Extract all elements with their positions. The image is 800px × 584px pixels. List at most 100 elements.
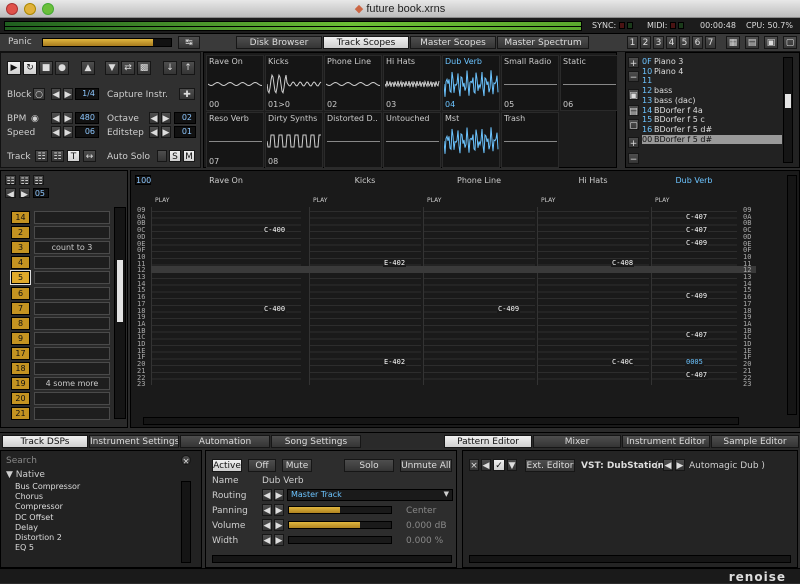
sequence-row[interactable]: 5 [10,270,111,286]
tab-track-dsps[interactable]: Track DSPs [2,435,88,448]
master-volume-slider[interactable] [42,38,172,47]
sync-led-2[interactable] [627,22,633,29]
panic-options-button[interactable]: ↹ [178,36,200,49]
sequence-row[interactable]: 20 [11,392,111,406]
sequence-pattern-number[interactable]: 3 [11,241,30,255]
sequence-slot-name[interactable]: count to 3 [34,241,110,255]
undo-button[interactable]: ↓ [163,61,177,75]
copy-instrument-button[interactable]: ▤ [628,105,639,116]
panic-label[interactable]: Panic [8,37,32,47]
clear-search-icon[interactable]: × [181,455,191,465]
sequencer-scrollbar[interactable] [114,207,126,419]
note-cell[interactable]: C-400 [263,226,287,234]
block-toggle[interactable]: ○ [33,88,45,100]
stop-button[interactable]: ■ [39,61,53,75]
preset-prev[interactable]: ◀ [663,459,673,471]
note-cell[interactable]: C-407 [685,213,709,221]
unmute-all-button[interactable]: Unmute All [400,459,452,472]
octave-increase[interactable]: ▶ [161,112,171,124]
save-instrument-button[interactable]: ▣ [628,89,639,100]
tab-automation[interactable]: Automation [180,435,270,448]
instrument-item[interactable]: 12 bass [642,86,782,95]
dsp-item[interactable]: Chorus [15,492,43,501]
sequence-pattern-number[interactable]: 14 [11,211,30,224]
routing-prev[interactable]: ◀ [262,489,272,501]
note-cell[interactable]: C-409 [685,240,709,247]
bpm-increase[interactable]: ▶ [63,112,73,124]
play-button[interactable]: ▶ [7,61,21,75]
pattern-prev[interactable]: ◀ [5,188,16,198]
tab-instrument-settings[interactable]: Instrument Settings [89,435,179,448]
preset-next[interactable]: ▶ [675,459,685,471]
pattern-lines[interactable]: 100 [135,175,151,185]
track-name-value[interactable]: Dub Verb [262,476,304,486]
sequence-pattern-number[interactable]: 18 [11,362,30,375]
sequence-slot-name[interactable] [34,392,110,406]
capture-instrument-label[interactable]: Capture Instr. [107,90,168,100]
track-header[interactable]: Kicks [309,176,421,185]
follow-button[interactable]: ▼ [105,61,119,75]
editstep-value[interactable]: 01 [174,126,196,138]
scope-9[interactable]: Distorted D.. [324,112,382,168]
width-prev[interactable]: ◀ [262,534,272,546]
sequence-row[interactable]: 6 [11,286,111,301]
track-delete-icon[interactable]: ☷ [51,150,64,162]
instrument-item[interactable]: 11 [642,76,782,85]
sequence-pattern-number[interactable]: 5 [10,270,31,286]
tab-mixer[interactable]: Mixer [533,435,621,448]
routing-next[interactable]: ▶ [274,489,284,501]
tab-track-scopes[interactable]: Track Scopes [323,36,409,49]
tab-instrument-editor[interactable]: Instrument Editor [622,435,710,448]
instrument-item[interactable]: 16 BDorfer f 5 d# [642,125,782,134]
sequence-slot-name[interactable]: 4 some more [34,377,110,391]
pattern-loop-button[interactable]: ⇄ [121,61,135,75]
device-expand-icon[interactable]: ▼ [507,459,517,471]
panning-prev[interactable]: ◀ [262,504,272,516]
track-header[interactable]: Rave On [151,176,301,185]
sequence-pattern-number[interactable]: 21 [11,407,30,421]
layout-button-4[interactable]: 4 [666,36,677,49]
scope-12[interactable]: Trash [501,112,559,168]
redo-button[interactable]: ↑ [181,61,195,75]
dsp-view-button[interactable]: ▣ [764,36,778,49]
dsp-item[interactable]: DC Offset [15,513,53,522]
sequence-delete-icon[interactable]: ☷ [33,175,44,185]
instrument-item[interactable]: 13 bass (dac) [642,96,782,105]
tab-master-scopes[interactable]: Master Scopes [410,36,496,49]
octave-value[interactable]: 02 [174,112,196,124]
block-value[interactable]: 1/4 [75,88,99,100]
note-cell[interactable]: C-407 [685,372,709,379]
track-header[interactable]: Phone Line [423,176,535,185]
sequence-slot-name[interactable] [34,362,110,375]
width-slider[interactable] [288,536,392,544]
dsp-item[interactable]: Distortion 2 [15,533,62,542]
scope-4[interactable]: Dub Verb 04 [442,55,500,111]
pattern-next[interactable]: ▶ [19,188,30,198]
bpm-decrease[interactable]: ◀ [51,112,61,124]
tab-sample-editor[interactable]: Sample Editor [711,435,799,448]
mixer-view-button[interactable]: ▤ [745,36,759,49]
track-header[interactable]: Dub Verb [651,176,737,185]
tab-master-spectrum[interactable]: Master Spectrum [497,36,589,49]
solo-track-button[interactable]: Solo [344,459,394,472]
panning-slider[interactable] [288,506,392,514]
routing-select[interactable]: Master Track ▼ [287,489,453,501]
midi-led-2[interactable] [678,22,684,29]
octave-decrease[interactable]: ◀ [149,112,159,124]
sequence-pattern-number[interactable]: 17 [11,346,30,360]
midi-led[interactable] [670,22,676,29]
speed-increase[interactable]: ▶ [63,126,73,138]
note-cell[interactable]: C-408 [611,259,635,267]
scope-1[interactable]: Kicks 01>0 [265,55,323,111]
active-button[interactable]: Active [212,459,242,472]
sequence-pattern-number[interactable]: 8 [11,316,30,330]
sequence-clone-icon[interactable]: ☷ [19,175,30,185]
sequence-slot-name[interactable] [34,271,110,285]
layout-button-3[interactable]: 3 [653,36,664,49]
sequence-row[interactable]: 2 [11,226,111,240]
sequence-slot-name[interactable] [34,286,110,300]
track-header[interactable]: Hi Hats [537,176,649,185]
layout-button-2[interactable]: 2 [640,36,651,49]
block-increase[interactable]: ▶ [63,88,73,100]
sequence-row[interactable]: 3 count to 3 [11,241,111,255]
